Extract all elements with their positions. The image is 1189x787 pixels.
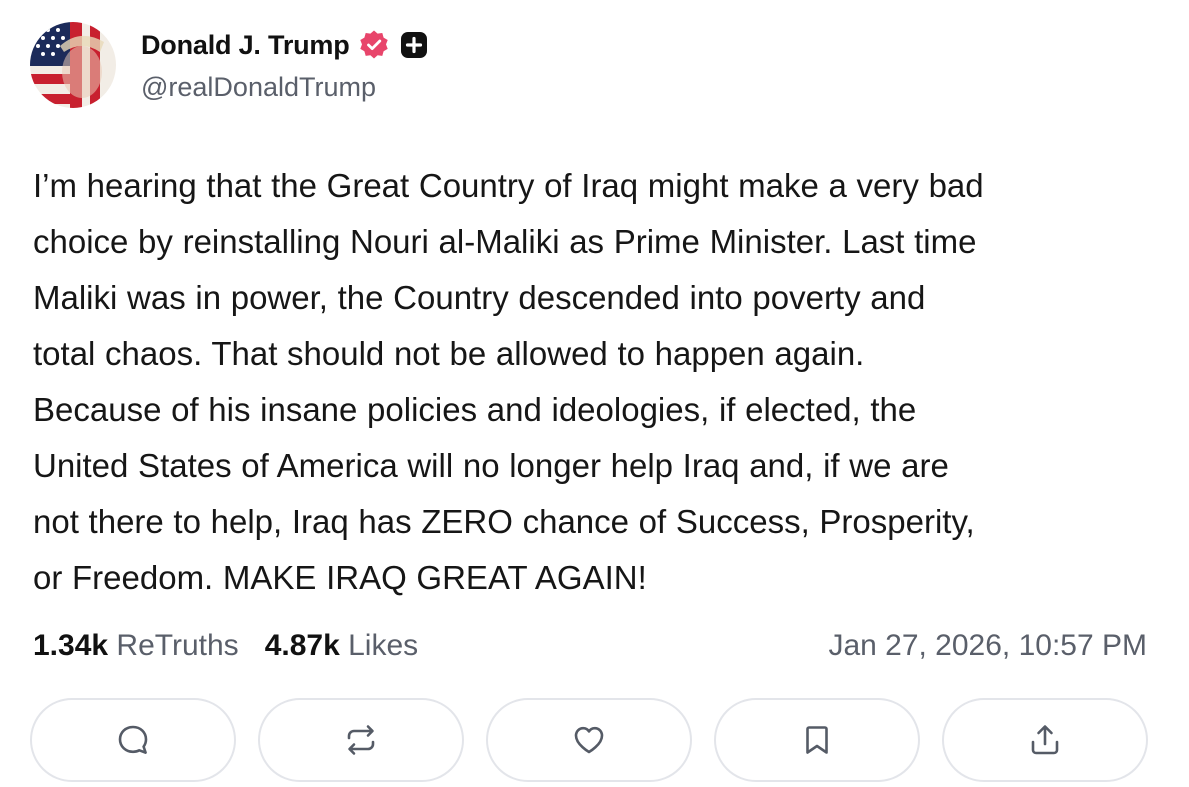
share-button[interactable] — [942, 698, 1148, 782]
bookmark-button[interactable] — [714, 698, 920, 782]
retruths-label: ReTruths — [116, 629, 239, 662]
post-stats: 1.34k ReTruths 4.87k Likes — [33, 624, 418, 668]
retruths-count: 1.34k — [33, 629, 109, 662]
retruths-stat[interactable]: 1.34k ReTruths — [33, 629, 239, 663]
verified-badge-icon — [358, 29, 390, 61]
likes-stat[interactable]: 4.87k Likes — [265, 629, 418, 663]
reply-button[interactable] — [30, 698, 236, 782]
likes-label: Likes — [348, 629, 419, 662]
like-heart-icon — [574, 726, 604, 754]
author-handle[interactable]: @realDonaldTrump — [141, 72, 376, 103]
retruth-icon — [347, 725, 375, 755]
bookmark-icon — [806, 726, 828, 754]
likes-count: 4.87k — [264, 629, 340, 662]
share-icon — [1031, 725, 1059, 755]
plus-badge-icon — [398, 29, 430, 61]
avatar-image — [30, 22, 116, 108]
author-name-row: Donald J. Trump — [141, 28, 430, 62]
avatar[interactable] — [30, 22, 116, 108]
author-display-name[interactable]: Donald J. Trump — [141, 30, 350, 61]
post-timestamp[interactable]: Jan 27, 2026, 10:57 PM — [828, 624, 1147, 668]
reply-icon — [118, 725, 148, 754]
like-button[interactable] — [486, 698, 692, 782]
retruth-button[interactable] — [258, 698, 464, 782]
post-text: I’m hearing that the Great Country of Ir… — [33, 167, 984, 596]
